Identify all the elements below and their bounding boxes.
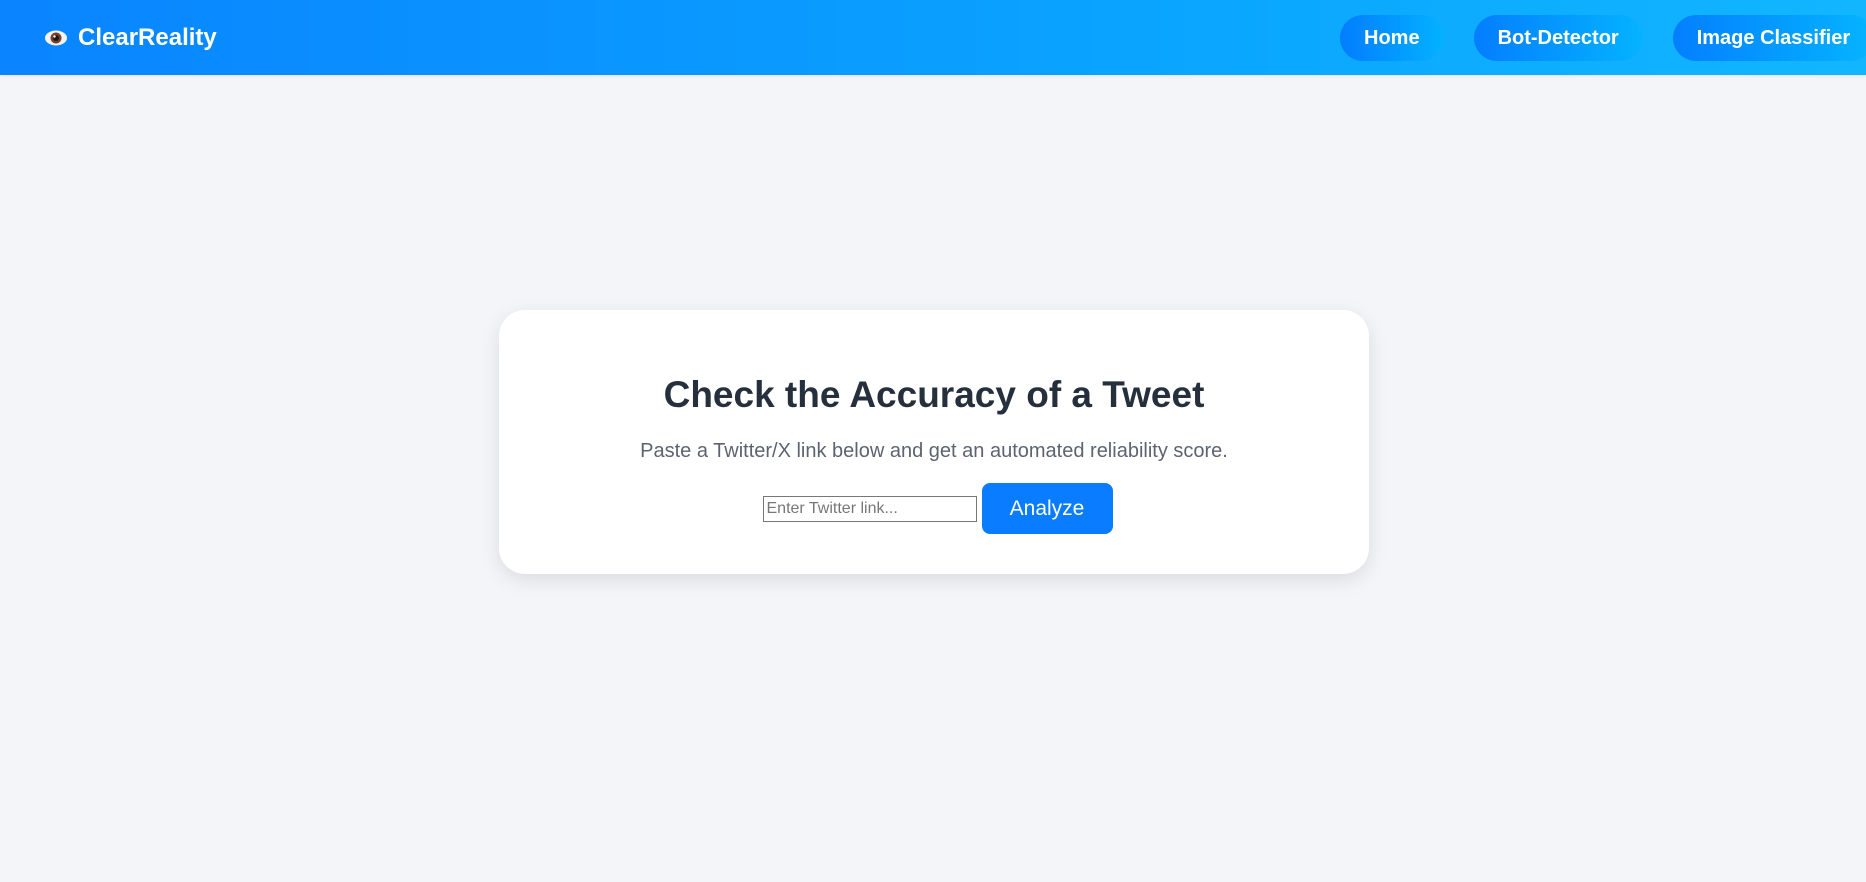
brand-logo[interactable]: ClearReality bbox=[44, 0, 217, 75]
analyze-button[interactable]: Analyze bbox=[981, 483, 1113, 534]
card-title: Check the Accuracy of a Tweet bbox=[663, 374, 1205, 415]
nav-bot-detector-button[interactable]: Bot-Detector bbox=[1473, 15, 1643, 61]
main-nav: Home Bot-Detector Image Classifier bbox=[1340, 15, 1866, 61]
link-form: Analyze bbox=[499, 483, 1369, 534]
nav-home-button[interactable]: Home bbox=[1340, 15, 1444, 61]
twitter-link-input[interactable] bbox=[762, 495, 977, 522]
top-navigation-bar: ClearReality Home Bot-Detector Image Cla… bbox=[0, 0, 1866, 75]
eye-icon bbox=[44, 26, 68, 50]
card-subtitle: Paste a Twitter/X link below and get an … bbox=[640, 440, 1228, 462]
brand-name: ClearReality bbox=[78, 23, 217, 51]
tweet-check-card: Check the Accuracy of a Tweet Paste a Tw… bbox=[499, 310, 1369, 574]
nav-image-classifier-button[interactable]: Image Classifier bbox=[1672, 15, 1866, 61]
